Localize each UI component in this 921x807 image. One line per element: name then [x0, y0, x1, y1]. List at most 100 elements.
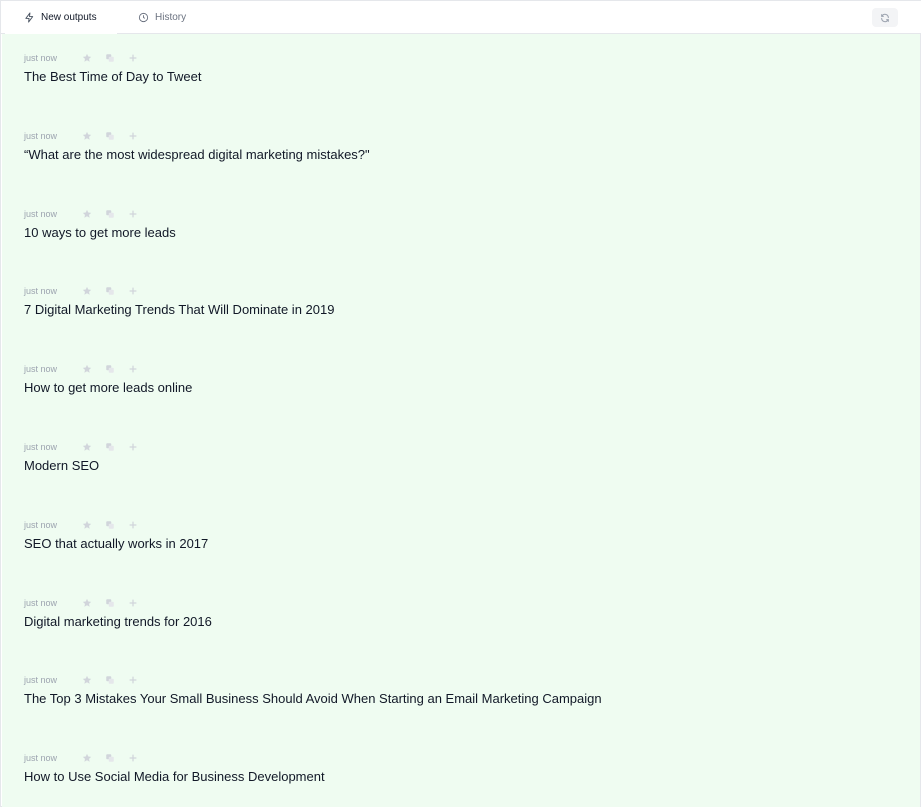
copy-button[interactable] [98, 751, 121, 765]
output-title[interactable]: How to Use Social Media for Business Dev… [24, 769, 325, 784]
copy-icon [105, 676, 114, 684]
favorite-button[interactable] [75, 284, 98, 298]
output-title[interactable]: Modern SEO [24, 458, 99, 473]
copy-icon [105, 599, 114, 607]
plus-icon [128, 54, 137, 62]
favorite-button[interactable] [75, 673, 98, 687]
add-button[interactable] [121, 51, 144, 65]
output-title[interactable]: The Top 3 Mistakes Your Small Business S… [24, 691, 602, 706]
output-title[interactable]: 10 ways to get more leads [24, 225, 176, 240]
output-timestamp: just now [24, 53, 58, 63]
output-item: just now 10 ways to get more leads [24, 207, 904, 267]
output-item: just now How to get more leads online [24, 362, 904, 422]
output-meta: just now [24, 51, 144, 65]
add-button[interactable] [121, 673, 144, 687]
favorite-button[interactable] [75, 596, 98, 610]
copy-button[interactable] [98, 284, 121, 298]
tab-new-outputs-label: New outputs [41, 12, 97, 23]
copy-icon [105, 521, 114, 529]
copy-icon [105, 754, 114, 762]
copy-button[interactable] [98, 129, 121, 143]
favorite-button[interactable] [75, 129, 98, 143]
output-meta: just now [24, 129, 144, 143]
star-icon [82, 131, 91, 140]
output-timestamp: just now [24, 131, 58, 141]
star-icon [82, 520, 91, 529]
output-timestamp: just now [24, 520, 58, 530]
output-title[interactable]: The Best Time of Day to Tweet [24, 69, 202, 84]
copy-icon [105, 54, 114, 62]
output-meta: just now [24, 207, 144, 221]
refresh-icon [881, 13, 889, 22]
copy-button[interactable] [98, 596, 121, 610]
add-button[interactable] [121, 596, 144, 610]
copy-button[interactable] [98, 440, 121, 454]
favorite-button[interactable] [75, 440, 98, 454]
tab-history[interactable]: History [125, 1, 186, 34]
star-icon [82, 53, 91, 62]
star-icon [82, 675, 91, 684]
output-item: just now 7 Digital Marketing Trends That… [24, 284, 904, 344]
output-meta: just now [24, 518, 144, 532]
output-tabs-header: New outputs History [1, 1, 921, 34]
output-timestamp: just now [24, 364, 58, 374]
output-item: just now The Best Time of Day to Tweet [24, 51, 904, 111]
star-icon [82, 442, 91, 451]
plus-icon [128, 132, 137, 140]
copy-button[interactable] [98, 362, 121, 376]
output-meta: just now [24, 673, 144, 687]
output-meta: just now [24, 751, 144, 765]
plus-icon [128, 210, 137, 218]
clock-icon [138, 12, 149, 23]
plus-icon [128, 521, 137, 529]
add-button[interactable] [121, 518, 144, 532]
output-timestamp: just now [24, 286, 58, 296]
output-meta: just now [24, 362, 144, 376]
star-icon [82, 364, 91, 373]
copy-icon [105, 443, 114, 451]
output-item: just now Modern SEO [24, 440, 904, 500]
plus-icon [128, 443, 137, 451]
add-button[interactable] [121, 362, 144, 376]
star-icon [82, 598, 91, 607]
output-title[interactable]: SEO that actually works in 2017 [24, 536, 208, 551]
output-title[interactable]: 7 Digital Marketing Trends That Will Dom… [24, 302, 334, 317]
output-item: just now SEO that actually works in 2017 [24, 518, 904, 578]
add-button[interactable] [121, 129, 144, 143]
copy-icon [105, 287, 114, 295]
copy-icon [105, 365, 114, 373]
favorite-button[interactable] [75, 207, 98, 221]
tab-new-outputs[interactable]: New outputs [5, 1, 117, 34]
favorite-button[interactable] [75, 362, 98, 376]
favorite-button[interactable] [75, 51, 98, 65]
plus-icon [128, 754, 137, 762]
copy-button[interactable] [98, 51, 121, 65]
copy-button[interactable] [98, 518, 121, 532]
output-meta: just now [24, 440, 144, 454]
add-button[interactable] [121, 207, 144, 221]
output-title[interactable]: “What are the most widespread digital ma… [24, 147, 370, 162]
output-timestamp: just now [24, 598, 58, 608]
outputs-list: just now The Best Time of Day to Tweet j… [2, 34, 920, 807]
add-button[interactable] [121, 440, 144, 454]
refresh-button[interactable] [872, 8, 898, 27]
copy-icon [105, 210, 114, 218]
output-title[interactable]: How to get more leads online [24, 380, 192, 395]
favorite-button[interactable] [75, 518, 98, 532]
output-item: just now “What are the most widespread d… [24, 129, 904, 189]
copy-button[interactable] [98, 673, 121, 687]
add-button[interactable] [121, 284, 144, 298]
output-meta: just now [24, 596, 144, 610]
star-icon [82, 286, 91, 295]
app-frame: New outputs History just now The Best Ti… [0, 0, 921, 807]
lightning-icon [25, 12, 34, 23]
add-button[interactable] [121, 751, 144, 765]
favorite-button[interactable] [75, 751, 98, 765]
copy-button[interactable] [98, 207, 121, 221]
star-icon [82, 209, 91, 218]
copy-icon [105, 132, 114, 140]
plus-icon [128, 365, 137, 373]
output-title[interactable]: Digital marketing trends for 2016 [24, 614, 212, 629]
output-item: just now Digital marketing trends for 20… [24, 596, 904, 656]
plus-icon [128, 599, 137, 607]
